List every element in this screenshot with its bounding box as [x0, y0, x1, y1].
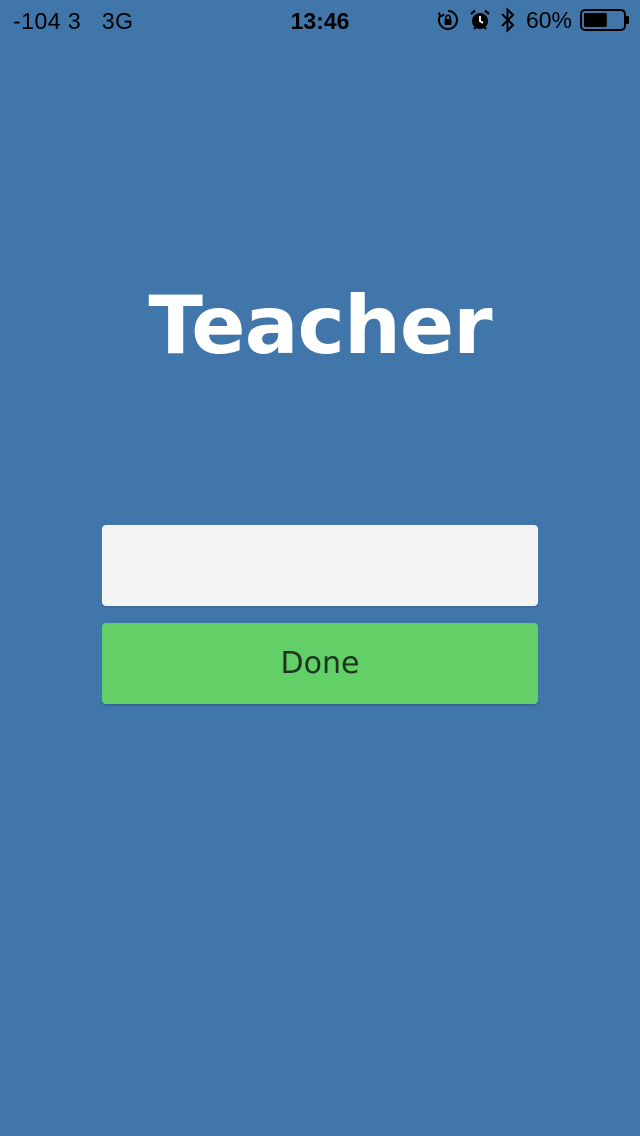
- orientation-lock-icon: [436, 6, 460, 34]
- alarm-icon: [468, 6, 492, 34]
- bluetooth-icon: [500, 6, 516, 34]
- battery-icon: [580, 6, 630, 34]
- done-button[interactable]: Done: [102, 623, 538, 704]
- page-title: Teacher: [148, 279, 492, 372]
- status-indicators: 60%: [436, 6, 630, 34]
- status-bar: -104 3 3G 13:46 60%: [0, 0, 640, 40]
- teacher-name-input[interactable]: [102, 525, 538, 606]
- battery-percentage: 60%: [525, 6, 572, 33]
- battery-fill: [584, 13, 607, 27]
